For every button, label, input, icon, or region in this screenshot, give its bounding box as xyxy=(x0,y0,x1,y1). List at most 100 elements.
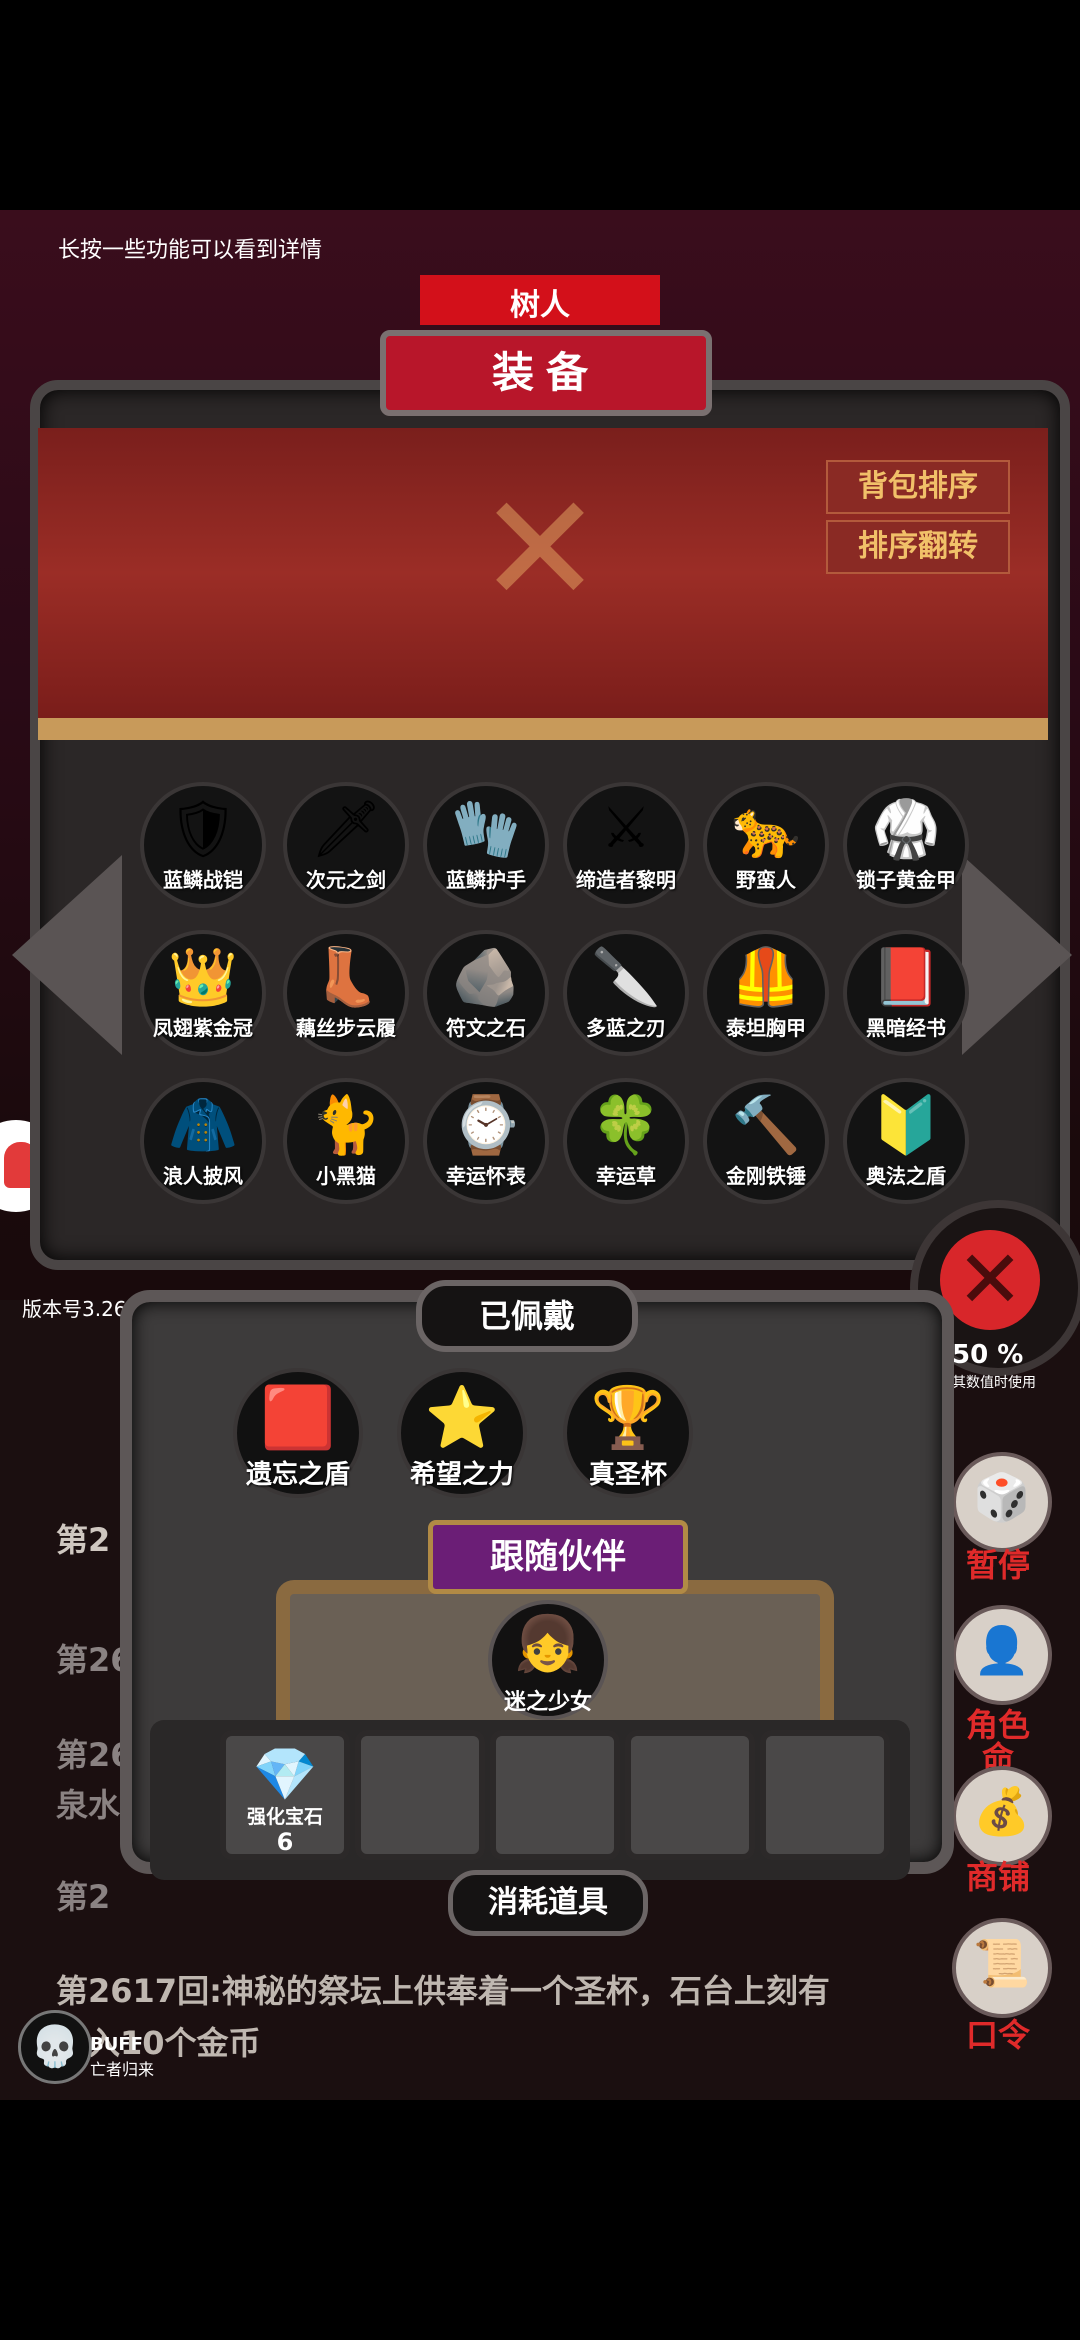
companion-icon: 👧 xyxy=(514,1612,582,1675)
consumable-slot[interactable] xyxy=(355,1730,485,1860)
item-icon: 🐈 xyxy=(311,1093,381,1158)
page-title: 装备 xyxy=(491,348,600,397)
equipped-item[interactable]: 🟥 遗忘之盾 xyxy=(233,1368,363,1498)
item-icon: 🗡 xyxy=(310,797,382,862)
item-count: 6 xyxy=(276,1828,294,1856)
item-icon: 💎 xyxy=(252,1745,318,1805)
item-label: 多蓝之刃 xyxy=(586,1016,666,1040)
log-line: 第2617回:神秘的祭坛上供奉着一个圣杯，石台上刻有 xyxy=(56,1972,830,2010)
log-line: 第2 xyxy=(56,1878,111,1916)
prev-page-arrow-icon[interactable] xyxy=(12,855,122,1055)
item-label: 锁子黄金甲 xyxy=(856,868,956,892)
inventory-item[interactable]: 🗡 次元之剑 xyxy=(283,782,409,908)
log-line: 泉水 xyxy=(56,1786,121,1824)
item-icon: 🐆 xyxy=(731,797,801,862)
inventory-item[interactable]: 📕 黑暗经书 xyxy=(843,930,969,1056)
item-icon: 🍀 xyxy=(591,1093,661,1158)
item-label: 蓝鳞战铠 xyxy=(163,868,243,892)
reverse-sort-button[interactable]: 排序翻转 xyxy=(826,520,1010,574)
item-icon: 👢 xyxy=(311,945,381,1010)
inventory-item[interactable]: 🦺 泰坦胸甲 xyxy=(703,930,829,1056)
item-icon: 🥋 xyxy=(871,797,941,862)
companion-title: 跟随伙伴 xyxy=(428,1520,688,1594)
item-icon: 🧤 xyxy=(451,797,521,862)
item-label: 凤翅紫金冠 xyxy=(153,1016,253,1040)
inventory-item[interactable]: 🐈 小黑猫 xyxy=(283,1078,409,1204)
crossed-swords-icon: ✕ xyxy=(477,463,603,637)
role-button[interactable]: 👤 xyxy=(952,1605,1052,1705)
inventory-item[interactable]: 🥋 锁子黄金甲 xyxy=(843,782,969,908)
inventory-item[interactable]: 🧤 蓝鳞护手 xyxy=(423,782,549,908)
item-label: 符文之石 xyxy=(446,1016,526,1040)
item-icon: 🔨 xyxy=(731,1093,801,1158)
consumables-title: 消耗道具 xyxy=(448,1870,648,1936)
stat-value: 50 % xyxy=(952,1340,1024,1370)
bag-sort-button[interactable]: 背包排序 xyxy=(826,460,1010,514)
close-icon: ✕ xyxy=(940,1230,1040,1330)
log-line: 第2 xyxy=(56,1521,111,1559)
item-label: 野蛮人 xyxy=(736,868,796,892)
inventory-item[interactable]: 🍀 幸运草 xyxy=(563,1078,689,1204)
buff-icon[interactable]: 💀 xyxy=(18,2010,92,2084)
item-label: 黑暗经书 xyxy=(866,1016,946,1040)
inventory-item[interactable]: 🪨 符文之石 xyxy=(423,930,549,1056)
item-label: 缔造者黎明 xyxy=(576,868,676,892)
item-label: 藕丝步云履 xyxy=(296,1016,396,1040)
inventory-item[interactable]: 👢 藕丝步云履 xyxy=(283,930,409,1056)
item-icon: 🧥 xyxy=(168,1093,238,1158)
item-label: 希望之力 xyxy=(409,1460,514,1490)
item-icon: ⌚ xyxy=(451,1093,521,1158)
companion-slot[interactable]: 👧 迷之少女 xyxy=(488,1600,608,1720)
consumable-slot[interactable] xyxy=(490,1730,620,1860)
password-label: 口令 xyxy=(965,2016,1030,2054)
item-icon: 🪨 xyxy=(451,945,521,1010)
hood-icon: 👤 xyxy=(973,1623,1031,1677)
item-icon: 🔪 xyxy=(591,945,661,1010)
item-label: 强化宝石 xyxy=(246,1806,323,1828)
companion-name: 迷之少女 xyxy=(503,1690,592,1715)
item-icon: 🔰 xyxy=(871,1093,941,1158)
inventory-item[interactable]: 🛡 蓝鳞战铠 xyxy=(140,782,266,908)
inventory-item[interactable]: 🔨 金刚铁锤 xyxy=(703,1078,829,1204)
consumable-slot[interactable] xyxy=(625,1730,755,1860)
item-icon: 👑 xyxy=(168,945,238,1010)
item-icon: 📕 xyxy=(871,945,941,1010)
item-label: 金刚铁锤 xyxy=(726,1164,806,1188)
inventory-item[interactable]: 👑 凤翅紫金冠 xyxy=(140,930,266,1056)
item-label: 遗忘之盾 xyxy=(245,1460,350,1490)
character-name: 树人 xyxy=(510,288,570,323)
item-icon: ⚔ xyxy=(600,796,652,861)
shop-label: 商铺 xyxy=(965,1858,1030,1896)
consumable-slot[interactable]: 💎 强化宝石 6 xyxy=(220,1730,350,1860)
password-button[interactable]: 📜 xyxy=(952,1918,1052,2018)
equipment-title-plate: 装备 xyxy=(380,330,712,416)
inventory-item[interactable]: 🔪 多蓝之刃 xyxy=(563,930,689,1056)
version-label: 版本号3.26 xyxy=(22,1297,127,1321)
inventory-item[interactable]: ⌚ 幸运怀表 xyxy=(423,1078,549,1204)
inventory-item[interactable]: 🔰 奥法之盾 xyxy=(843,1078,969,1204)
item-icon: 🛡 xyxy=(167,797,239,862)
item-label: 小黑猫 xyxy=(316,1164,376,1188)
item-icon: ⭐ xyxy=(424,1383,500,1453)
dice-icon: 🎲 xyxy=(973,1470,1031,1524)
stat-sub: 其数值时使用 xyxy=(952,1375,1036,1391)
shop-button[interactable]: 💰 xyxy=(952,1766,1052,1866)
inventory-item[interactable]: 🧥 浪人披风 xyxy=(140,1078,266,1204)
item-label: 泰坦胸甲 xyxy=(726,1016,806,1040)
buff-label: BUFF xyxy=(90,2034,143,2055)
inventory-item[interactable]: ⚔ 缔造者黎明 xyxy=(563,782,689,908)
equipped-item[interactable]: 🏆 真圣杯 xyxy=(563,1368,693,1498)
consumable-slot[interactable] xyxy=(760,1730,890,1860)
book-icon: 📜 xyxy=(973,1936,1031,1990)
item-label: 次元之剑 xyxy=(306,868,386,892)
item-label: 幸运怀表 xyxy=(446,1164,526,1188)
equipped-item[interactable]: ⭐ 希望之力 xyxy=(397,1368,527,1498)
item-label: 真圣杯 xyxy=(588,1460,667,1490)
item-icon: 🦺 xyxy=(731,945,801,1010)
log-latest: 第2617回:神秘的祭坛上供奉着一个圣杯，石台上刻有 投入10个金币 xyxy=(56,1965,830,2069)
inventory-item[interactable]: 🐆 野蛮人 xyxy=(703,782,829,908)
pause-button[interactable]: 🎲 xyxy=(952,1452,1052,1552)
shop-icon: 💰 xyxy=(973,1784,1031,1838)
equipped-title: 已佩戴 xyxy=(416,1280,638,1352)
log-line: 投入10个金币 xyxy=(56,2024,261,2062)
